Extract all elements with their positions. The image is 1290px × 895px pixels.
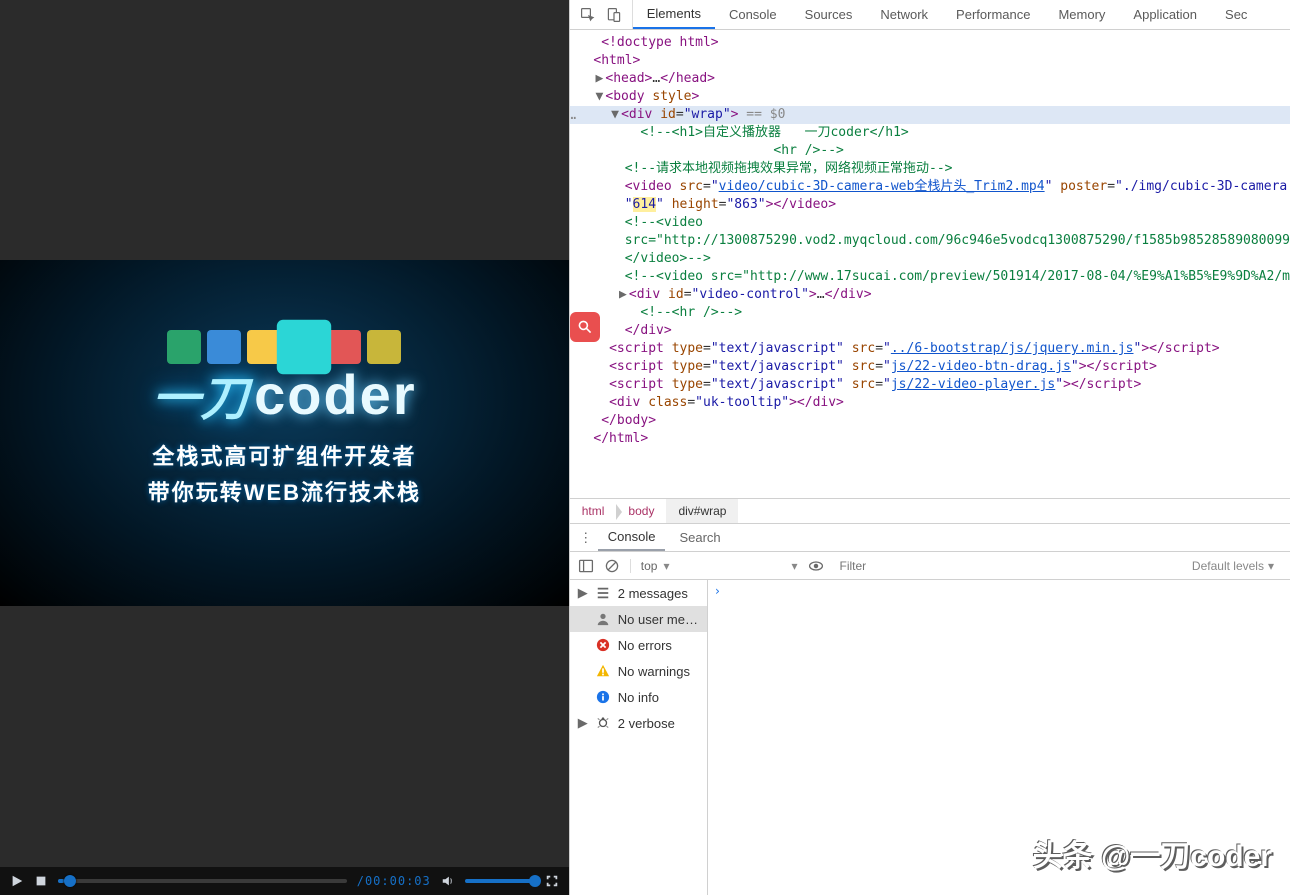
tab-sources[interactable]: Sources	[791, 0, 867, 29]
live-expr-icon[interactable]	[808, 558, 824, 574]
cmt-v1a: <!--<video	[625, 215, 703, 230]
volume-bar[interactable]	[465, 879, 535, 883]
drawer-tab-search[interactable]: Search	[669, 524, 730, 551]
console-prompt: ›	[714, 584, 721, 598]
wrap-id: wrap	[692, 107, 723, 122]
sidebar-user[interactable]: No user me…	[570, 606, 707, 632]
devtools: Elements Console Sources Network Perform…	[569, 0, 1290, 895]
tab-console[interactable]: Console	[715, 0, 791, 29]
script2[interactable]: js/22-video-btn-drag.js	[891, 359, 1071, 374]
log-levels[interactable]: Default levels▾	[1192, 559, 1282, 573]
cmt-v2: <!--<video src="http://www.17sucai.com/p…	[625, 269, 1290, 284]
selected-node[interactable]: ▼<div id="wrap"> == $0	[570, 106, 1290, 124]
elements-panel[interactable]: <!doctype html> <html> ▶<head>…</head> ▼…	[570, 30, 1290, 498]
poster-brand-cn: 一刀	[152, 359, 248, 429]
tab-security[interactable]: Sec	[1211, 0, 1261, 29]
search-fab[interactable]	[570, 312, 600, 342]
sidebar-messages[interactable]: ▶2 messages	[570, 580, 707, 606]
selected-suffix: == $0	[738, 107, 785, 122]
cmt-drag: <!--请求本地视频拖拽效果异常，网络视频正常拖动-->	[625, 161, 953, 176]
poster-subtitle-1: 全栈式高可扩组件开发者	[148, 439, 421, 471]
stop-icon[interactable]	[34, 874, 48, 888]
console-filter-input[interactable]	[834, 555, 1182, 577]
drawer-menu-icon[interactable]: ⋮	[578, 530, 594, 546]
tab-elements[interactable]: Elements	[633, 0, 715, 29]
cmt-v1b: src="http://1300875290.vod2.myqcloud.com…	[625, 233, 1290, 248]
tab-application[interactable]: Application	[1119, 0, 1211, 29]
cmt-h1: <!--<h1>自定义播放器 一刀coder</h1>	[640, 125, 908, 140]
fullscreen-icon[interactable]	[545, 874, 559, 888]
devtools-tabbar: Elements Console Sources Network Perform…	[570, 0, 1290, 30]
watermark: 头条 @一刀coder	[1033, 831, 1272, 875]
duration-text: /00:00:03	[357, 874, 431, 888]
script1[interactable]: ../6-bootstrap/js/jquery.min.js	[891, 341, 1134, 356]
progress-bar[interactable]	[58, 879, 347, 883]
poster-cubes	[167, 330, 401, 364]
clear-console-icon[interactable]	[604, 558, 620, 574]
video-src[interactable]: video/cubic-3D-camera-web全栈片头_Trim2.mp4	[719, 179, 1045, 194]
cmt-v1c: </video>-->	[625, 251, 711, 266]
script3[interactable]: js/22-video-player.js	[891, 377, 1055, 392]
sidebar-warnings[interactable]: No warnings	[570, 658, 707, 684]
tab-network[interactable]: Network	[866, 0, 942, 29]
cmt-hr1: <hr />-->	[773, 143, 843, 158]
video-pane: 一刀 coder 全栈式高可扩组件开发者 带你玩转WEB流行技术栈 /00:00…	[0, 0, 569, 895]
play-icon[interactable]	[10, 874, 24, 888]
sidebar-info[interactable]: No info	[570, 684, 707, 710]
video-top-pad	[0, 0, 569, 260]
sidebar-verbose[interactable]: ▶2 verbose	[570, 710, 707, 736]
drawer-tab-console[interactable]: Console	[598, 524, 666, 551]
sidebar-toggle-icon[interactable]	[578, 558, 594, 574]
poster-subtitle-2: 带你玩转WEB流行技术栈	[148, 475, 421, 507]
breadcrumb: html body div#wrap	[570, 498, 1290, 524]
tab-performance[interactable]: Performance	[942, 0, 1044, 29]
sidebar-errors[interactable]: No errors	[570, 632, 707, 658]
cmt-hr2: <!--<hr />-->	[640, 305, 742, 320]
video-controls: /00:00:03	[0, 867, 569, 895]
console-sidebar: ▶2 messages No user me… No errors No war…	[570, 580, 708, 895]
exec-context[interactable]: top	[641, 559, 658, 573]
bc-body[interactable]: body	[616, 499, 666, 523]
bc-html[interactable]: html	[570, 499, 617, 523]
volume-icon[interactable]	[441, 874, 455, 888]
device-icon[interactable]	[606, 7, 622, 23]
inspect-icon[interactable]	[580, 7, 596, 23]
tab-memory[interactable]: Memory	[1044, 0, 1119, 29]
video-bottom-pad	[0, 606, 569, 867]
video-poster[interactable]: 一刀 coder 全栈式高可扩组件开发者 带你玩转WEB流行技术栈	[0, 260, 569, 606]
bc-wrap[interactable]: div#wrap	[666, 499, 738, 523]
